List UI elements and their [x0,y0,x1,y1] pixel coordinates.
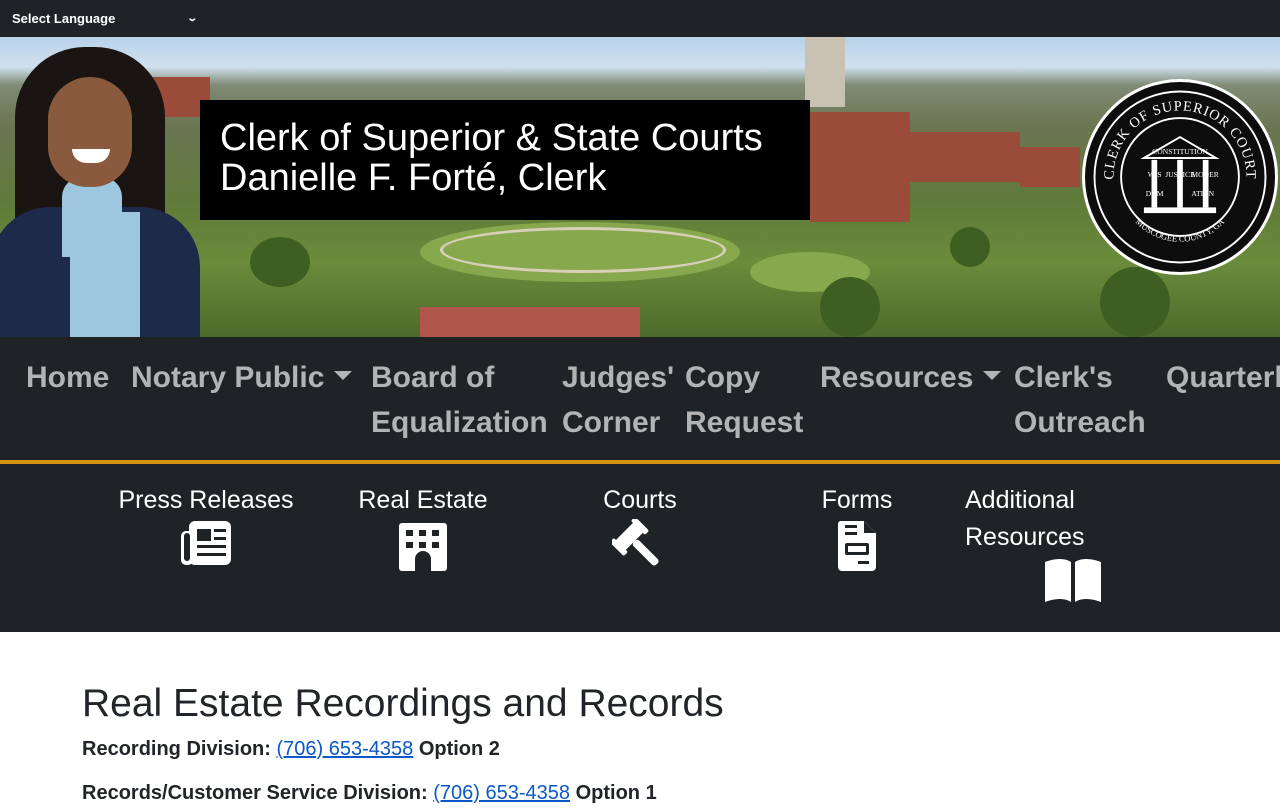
nav-quarterly-label: Quarterl [1166,361,1280,394]
records-division-phone-link[interactable]: (706) 653-4358 [433,782,570,804]
nav-home-label: Home [26,361,110,394]
recording-division-line: Recording Division: (706) 653-4358 Optio… [82,734,1182,764]
caret-down-icon [983,371,1002,380]
nav-board-label-line2: Equalization [371,406,548,439]
nav-judges-label-line2: Corner [562,406,661,439]
chevron-down-icon: ⌄ [185,12,198,24]
nav-board-label-line1: Board of [371,361,495,394]
main-content: Real Estate Recordings and Records Recor… [82,680,1182,808]
language-select[interactable]: Select Language ⌄ [4,6,204,30]
caret-down-icon [334,371,353,380]
nav-board-of-equalization[interactable]: Board of Equalization [371,355,548,445]
nav-outreach-label-line1: Clerk's [1014,361,1113,394]
svg-text:MODER: MODER [1191,170,1219,179]
nav-copy-label-line1: Copy [685,361,760,394]
records-division-line: Records/Customer Service Division: (706)… [82,778,1182,808]
quick-link-real-estate[interactable]: Real Estate [343,482,503,571]
court-seal-logo: CLERK OF SUPERIOR COURT MUSCOGEE COUNTY,… [1082,79,1278,275]
nav-judges-corner[interactable]: Judges' Corner [562,355,674,445]
nav-resources[interactable]: Resources [820,355,1002,400]
records-division-option: Option 1 [575,782,657,804]
svg-text:DOM: DOM [1146,189,1164,198]
quick-links-bar: Press Releases Real Estate Courts Forms … [0,464,1280,632]
svg-text:CONSTITUTION: CONSTITUTION [1152,147,1208,156]
nav-copy-request[interactable]: Copy Request [685,355,803,445]
quick-link-additional-resources[interactable]: Additional Resources [965,482,1101,604]
language-bar: Select Language ⌄ [0,0,1280,37]
records-division-label: Records/Customer Service Division: [82,782,428,804]
nav-clerks-outreach[interactable]: Clerk's Outreach [1014,355,1146,445]
header-banner: Clerk of Superior & State Courts Daniell… [0,37,1280,337]
additional-resources-label-line2: Resources [965,523,1085,551]
site-title-line1: Clerk of Superior & State Courts [220,117,763,159]
real-estate-label: Real Estate [358,486,488,514]
file-icon [837,521,876,571]
building-icon [399,523,447,571]
recording-division-phone-link[interactable]: (706) 653-4358 [276,738,413,760]
additional-resources-label-line1: Additional [965,486,1075,514]
recording-division-label: Recording Division: [82,738,271,760]
quick-link-press-releases[interactable]: Press Releases [116,482,296,567]
clerk-portrait [0,37,200,337]
nav-notary-public[interactable]: Notary Public [131,355,353,400]
nav-judges-label-line1: Judges' [562,361,675,394]
forms-label: Forms [821,486,893,514]
nav-copy-label-line2: Request [685,406,804,439]
courts-label: Courts [603,486,677,514]
nav-quarterly[interactable]: Quarterl [1166,355,1280,400]
nav-resources-label: Resources [820,361,974,394]
site-title: Clerk of Superior & State Courts Daniell… [200,100,810,220]
quick-link-courts[interactable]: Courts [560,482,720,575]
main-navigation: Home Notary Public Board of Equalization… [0,337,1280,464]
svg-text:ATION: ATION [1191,189,1214,198]
gavel-icon [612,519,659,566]
nav-home[interactable]: Home [26,355,109,400]
page-title: Real Estate Recordings and Records [82,682,724,725]
recording-division-option: Option 2 [418,738,500,760]
svg-text:WIS: WIS [1148,170,1162,179]
newspaper-icon [181,521,231,565]
site-title-line2: Danielle F. Forté, Clerk [220,157,607,199]
quick-link-forms[interactable]: Forms [787,482,927,573]
svg-text:MUSCOGEE COUNTY, GA: MUSCOGEE COUNTY, GA [1134,216,1227,244]
book-open-icon [1045,559,1101,602]
nav-outreach-label-line2: Outreach [1014,406,1146,439]
nav-notary-public-label: Notary Public [131,361,325,394]
press-releases-label: Press Releases [118,486,294,514]
language-select-label: Select Language [12,10,116,26]
